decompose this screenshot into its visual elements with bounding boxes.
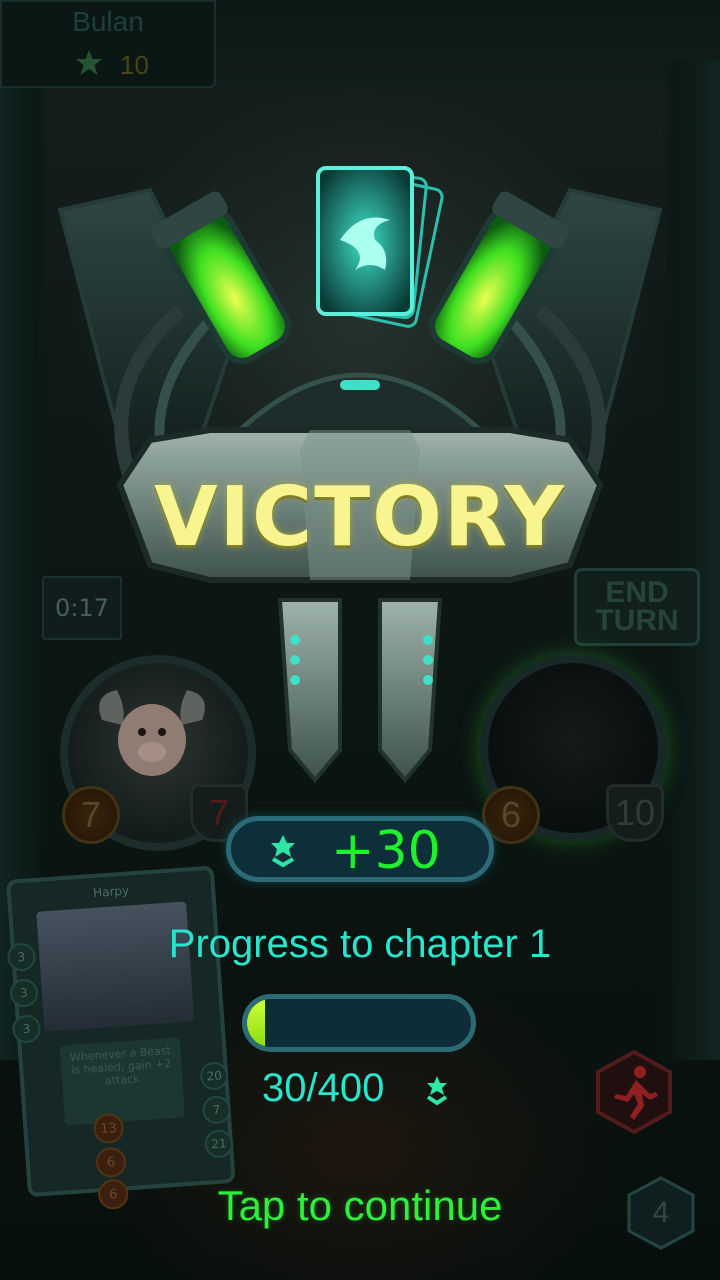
reward-pill: +30 (226, 816, 494, 882)
chapter-progress-fill (247, 999, 265, 1047)
chevron-star-icon (426, 1076, 448, 1106)
progress-label: Progress to chapter 1 (168, 922, 552, 966)
victory-title: VICTORY (154, 470, 566, 565)
progress-count: 30/400 (262, 1066, 385, 1110)
chapter-progress-bar (242, 994, 476, 1052)
chevron-star-icon (271, 835, 295, 868)
reward-value: +30 (331, 821, 441, 881)
tap-to-continue[interactable]: Tap to continue (0, 1182, 720, 1230)
